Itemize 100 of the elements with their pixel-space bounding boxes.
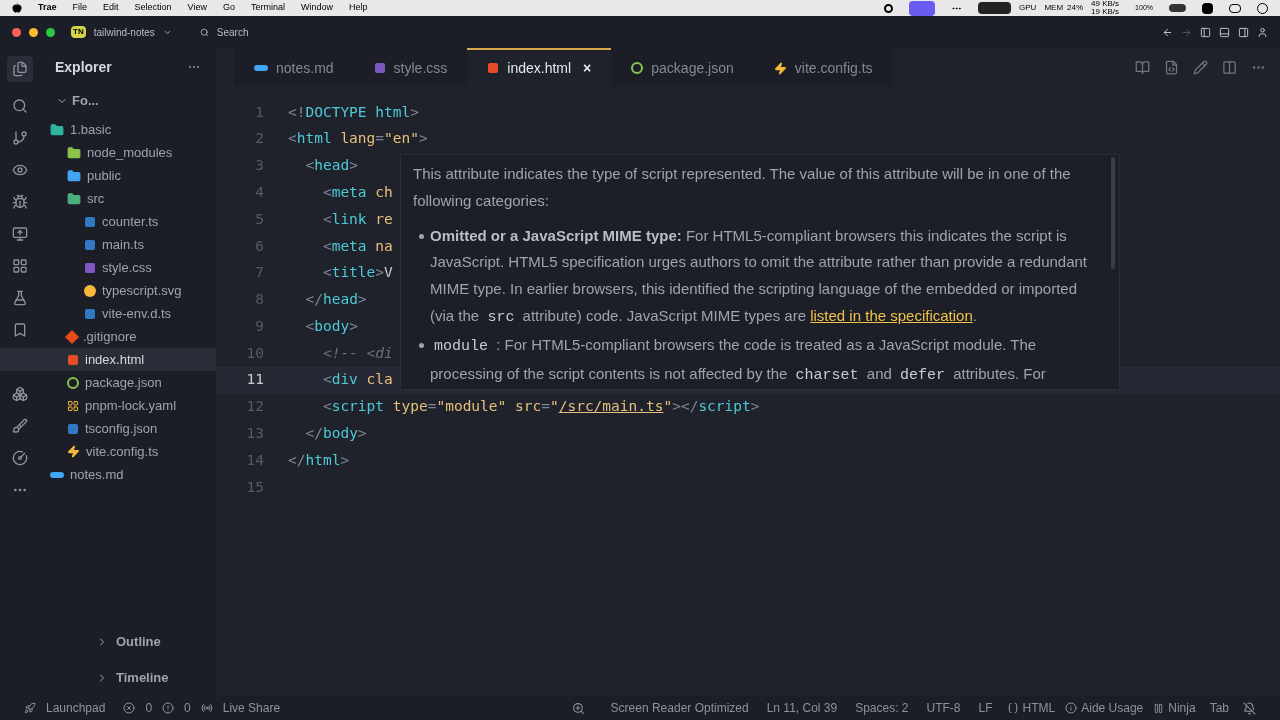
tree-item[interactable]: public bbox=[0, 164, 216, 187]
status-item[interactable]: LF bbox=[974, 699, 997, 717]
info-icon[interactable] bbox=[1065, 702, 1078, 714]
tree-item[interactable]: package.json bbox=[0, 371, 216, 394]
line-number: 12 bbox=[245, 397, 264, 417]
pause-icon[interactable] bbox=[1153, 702, 1165, 714]
error-icon[interactable] bbox=[123, 702, 136, 714]
split-icon[interactable] bbox=[1222, 59, 1237, 75]
status-item[interactable]: Ninja bbox=[1168, 699, 1196, 717]
tree-item[interactable]: tsconfig.json bbox=[0, 417, 216, 440]
menu-item[interactable]: View bbox=[187, 1, 207, 15]
book-icon[interactable] bbox=[1135, 59, 1150, 75]
tree-item[interactable]: vite-env.d.ts bbox=[0, 302, 216, 325]
panel-header[interactable]: Timeline bbox=[116, 668, 169, 688]
bookmark-icon[interactable] bbox=[12, 322, 28, 338]
monitor-icon[interactable] bbox=[12, 226, 28, 242]
tree-item[interactable]: .gitignore bbox=[0, 325, 216, 348]
search-icon[interactable] bbox=[12, 98, 28, 114]
braces-icon[interactable] bbox=[1006, 702, 1019, 714]
flask-icon[interactable] bbox=[12, 290, 28, 306]
menu-item[interactable]: Trae bbox=[38, 1, 57, 15]
zoom-icon[interactable] bbox=[46, 27, 55, 37]
warning-icon[interactable] bbox=[162, 702, 175, 714]
tree-item[interactable]: pnpm-lock.yaml bbox=[0, 394, 216, 417]
file-icon bbox=[373, 62, 386, 74]
screen-icon[interactable] bbox=[909, 0, 936, 16]
status-item[interactable]: Screen Reader Optimized bbox=[606, 699, 753, 717]
tree-item[interactable]: counter.ts bbox=[0, 210, 216, 233]
folder-icon bbox=[67, 191, 81, 206]
panel-left-icon[interactable] bbox=[1200, 26, 1211, 38]
tree-item[interactable]: style.css bbox=[0, 256, 216, 279]
menu-item[interactable]: Help bbox=[349, 1, 368, 15]
brush-icon[interactable] bbox=[12, 418, 28, 434]
menu-item[interactable]: Go bbox=[222, 1, 235, 15]
line-number: 5 bbox=[254, 209, 264, 229]
menu-item[interactable]: Edit bbox=[103, 1, 119, 15]
project-name[interactable]: tailwind-notes bbox=[93, 24, 155, 40]
menu-item[interactable]: Selection bbox=[134, 1, 172, 15]
editor-tab[interactable]: notes.md bbox=[234, 48, 354, 86]
status-item[interactable]: Aide Usage bbox=[1081, 699, 1144, 717]
grid-icon[interactable] bbox=[12, 258, 28, 274]
tree-item[interactable]: index.html bbox=[0, 348, 216, 371]
back-icon[interactable] bbox=[1162, 26, 1173, 38]
section-header[interactable]: Fo... bbox=[72, 91, 99, 111]
panel-right-icon[interactable] bbox=[1238, 26, 1249, 38]
spec-link[interactable]: listed in the specification bbox=[810, 307, 973, 324]
status-item[interactable]: Tab bbox=[1205, 699, 1233, 717]
bell-off-icon[interactable] bbox=[1243, 701, 1256, 715]
gauge-icon[interactable] bbox=[12, 450, 28, 466]
folder-icon bbox=[67, 168, 81, 183]
branch-icon[interactable] bbox=[12, 130, 28, 146]
tree-item[interactable]: typescript.svg bbox=[0, 279, 216, 302]
rocket-icon[interactable] bbox=[24, 702, 36, 714]
sidebar-title: Explorer bbox=[55, 57, 112, 77]
close-icon[interactable] bbox=[12, 27, 21, 37]
code-line: </html> bbox=[288, 450, 350, 470]
code-line: </body> bbox=[304, 424, 367, 444]
minimize-icon[interactable] bbox=[29, 27, 38, 37]
record-icon[interactable] bbox=[884, 3, 894, 13]
menu-item[interactable]: Window bbox=[300, 1, 333, 15]
tree-item[interactable]: vite.config.ts bbox=[0, 440, 216, 463]
file-icon bbox=[84, 215, 96, 228]
tree-item[interactable]: node_modules bbox=[0, 141, 216, 164]
editor-tab[interactable]: vite.config.ts bbox=[753, 48, 893, 86]
live-share-icon[interactable] bbox=[200, 702, 213, 714]
menu-item[interactable]: Terminal bbox=[250, 1, 285, 15]
status-item[interactable]: Ln 11, Col 39 bbox=[762, 699, 842, 717]
control-icon[interactable] bbox=[1229, 3, 1241, 13]
editor-tab[interactable]: package.json bbox=[611, 48, 754, 86]
account-icon[interactable] bbox=[1257, 26, 1268, 38]
status-item[interactable]: UTF-8 bbox=[922, 699, 965, 717]
tree-item[interactable]: 1.basic bbox=[0, 118, 216, 141]
menu-item[interactable]: File bbox=[72, 1, 88, 15]
zoom-icon[interactable] bbox=[571, 701, 585, 715]
boxes-icon[interactable] bbox=[12, 386, 28, 402]
editor-tab[interactable]: style.css bbox=[353, 48, 468, 86]
files-icon[interactable] bbox=[7, 56, 33, 82]
apple-icon[interactable] bbox=[12, 3, 22, 13]
error-count[interactable]: 0 bbox=[145, 699, 153, 717]
mem-label: MEM bbox=[1044, 2, 1064, 14]
warning-count[interactable]: 0 bbox=[184, 699, 191, 717]
close-button[interactable]: × bbox=[583, 57, 592, 79]
code-line: <meta na bbox=[321, 236, 393, 256]
code-file-icon[interactable] bbox=[1164, 59, 1179, 75]
tree-item[interactable]: src bbox=[0, 187, 216, 210]
launchpad-item[interactable]: Launchpad bbox=[46, 699, 106, 717]
code-line: <head> bbox=[304, 156, 358, 176]
line-number: 1 bbox=[254, 102, 264, 122]
search-field[interactable]: Search bbox=[216, 24, 249, 40]
app-icon[interactable] bbox=[1202, 2, 1213, 14]
live-share-item[interactable]: Live Share bbox=[222, 699, 281, 717]
status-item[interactable]: Spaces: 2 bbox=[851, 699, 913, 717]
status-item[interactable]: HTML bbox=[1022, 699, 1056, 717]
panel-header[interactable]: Outline bbox=[116, 632, 161, 652]
panel-bottom-icon[interactable] bbox=[1219, 26, 1230, 38]
tree-item[interactable]: notes.md bbox=[0, 463, 216, 486]
bug-icon[interactable] bbox=[12, 194, 28, 210]
eye-icon[interactable] bbox=[12, 162, 28, 178]
pencil-icon[interactable] bbox=[1193, 59, 1208, 75]
tree-item[interactable]: main.ts bbox=[0, 233, 216, 256]
